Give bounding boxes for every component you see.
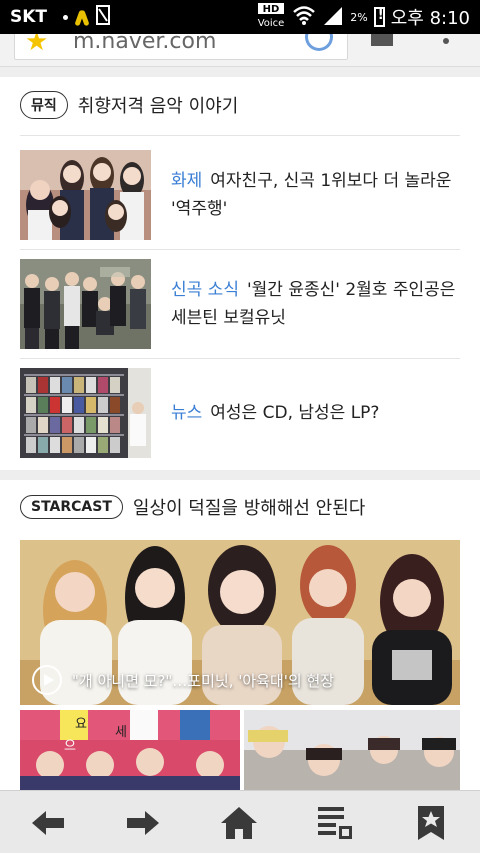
- wifi-icon: [292, 5, 316, 30]
- menu-icon[interactable]: [443, 38, 449, 44]
- news-headline[interactable]: 뉴스 여성은 CD, 남성은 LP?: [171, 399, 379, 427]
- bookmarks-button[interactable]: [411, 803, 451, 843]
- news-title: 여자친구, 신곡 1위보다 더 놀라운 '역주행': [171, 171, 452, 219]
- starcast-section-title[interactable]: 일상이 덕질을 방해해선 안된다: [133, 494, 365, 520]
- home-icon: [221, 807, 257, 839]
- news-category: 화제: [171, 171, 203, 191]
- home-button[interactable]: [219, 803, 259, 843]
- list-item[interactable]: 신곡 소식 '월간 윤종신' 2월호 주인공은 세븐틴 보컬유닛: [20, 259, 460, 349]
- forward-button[interactable]: [123, 803, 163, 843]
- music-section: 뮤직 취향저격 음악 이야기 화제 여자친구, 신곡 1위보다 더 놀라운 '역주…: [0, 77, 480, 470]
- battery-percent: 2%: [350, 10, 368, 24]
- back-button[interactable]: [28, 803, 68, 843]
- browser-toolbar: ★ m.naver.com: [0, 34, 480, 67]
- svg-text:으: 으: [64, 739, 76, 754]
- bookmark-icon: [418, 806, 444, 840]
- yellow-ribbon-icon: [76, 8, 88, 26]
- status-bar: SKT HD Voice 2% 오후 8:10: [0, 0, 480, 34]
- starcast-badge[interactable]: STARCAST: [20, 495, 123, 519]
- url-text[interactable]: m.naver.com: [73, 34, 216, 54]
- signal-icon: [322, 5, 344, 30]
- svg-text:세: 세: [115, 725, 127, 740]
- svg-text:요: 요: [75, 717, 87, 732]
- divider: [20, 249, 460, 250]
- arrow-right-icon: [127, 811, 159, 835]
- favorite-star-icon[interactable]: ★: [25, 34, 48, 55]
- starcast-section-header: STARCAST 일상이 덕질을 방해해선 안된다: [20, 494, 365, 520]
- divider: [20, 358, 460, 359]
- list-item[interactable]: 화제 여자친구, 신곡 1위보다 더 놀라운 '역주행': [20, 150, 460, 240]
- news-headline[interactable]: 신곡 소식 '월간 윤종신' 2월호 주인공은 세븐틴 보컬유닛: [171, 276, 460, 332]
- play-icon[interactable]: [32, 665, 62, 695]
- video-caption[interactable]: "개 아니면 모?"…포미닛, '아육대'의 현장: [72, 670, 334, 691]
- music-section-title[interactable]: 취향저격 음악 이야기: [78, 92, 238, 118]
- section-gap: [0, 67, 480, 77]
- divider: [20, 135, 460, 136]
- arrow-left-icon: [32, 811, 64, 835]
- reload-icon[interactable]: [305, 34, 333, 51]
- news-thumbnail[interactable]: [20, 150, 151, 240]
- location-icon: [63, 14, 69, 20]
- battery-icon: [373, 7, 385, 27]
- bottom-nav-bar: [0, 790, 480, 853]
- news-category: 신곡 소식: [171, 280, 239, 300]
- tabs-icon[interactable]: [371, 34, 393, 46]
- svg-text:Voice: Voice: [258, 18, 285, 28]
- clock: 오후 8:10: [390, 8, 470, 29]
- carrier-label: SKT: [10, 7, 48, 27]
- sim-icon: [96, 4, 111, 30]
- music-badge[interactable]: 뮤직: [20, 91, 68, 119]
- section-gap: [0, 470, 480, 480]
- reader-mode-button[interactable]: [315, 803, 355, 843]
- url-bar[interactable]: ★ m.naver.com: [14, 34, 348, 60]
- music-section-header: 뮤직 취향저격 음악 이야기: [20, 91, 238, 119]
- video-thumbnail[interactable]: "개 아니면 모?"…포미닛, '아육대'의 현장: [20, 540, 460, 705]
- list-item[interactable]: 뉴스 여성은 CD, 남성은 LP?: [20, 368, 460, 458]
- news-category: 뉴스: [171, 403, 203, 423]
- news-thumbnail[interactable]: [20, 259, 151, 349]
- video-thumbnail[interactable]: [244, 710, 460, 790]
- news-headline[interactable]: 화제 여자친구, 신곡 1위보다 더 놀라운 '역주행': [171, 167, 460, 223]
- reader-mode-icon: [318, 807, 352, 839]
- news-title: 여성은 CD, 남성은 LP?: [210, 403, 380, 423]
- svg-text:HD: HD: [263, 4, 280, 15]
- hd-voice-icon: HD Voice: [256, 2, 286, 33]
- video-thumbnail[interactable]: 요 세 으: [20, 710, 240, 790]
- news-thumbnail[interactable]: [20, 368, 151, 458]
